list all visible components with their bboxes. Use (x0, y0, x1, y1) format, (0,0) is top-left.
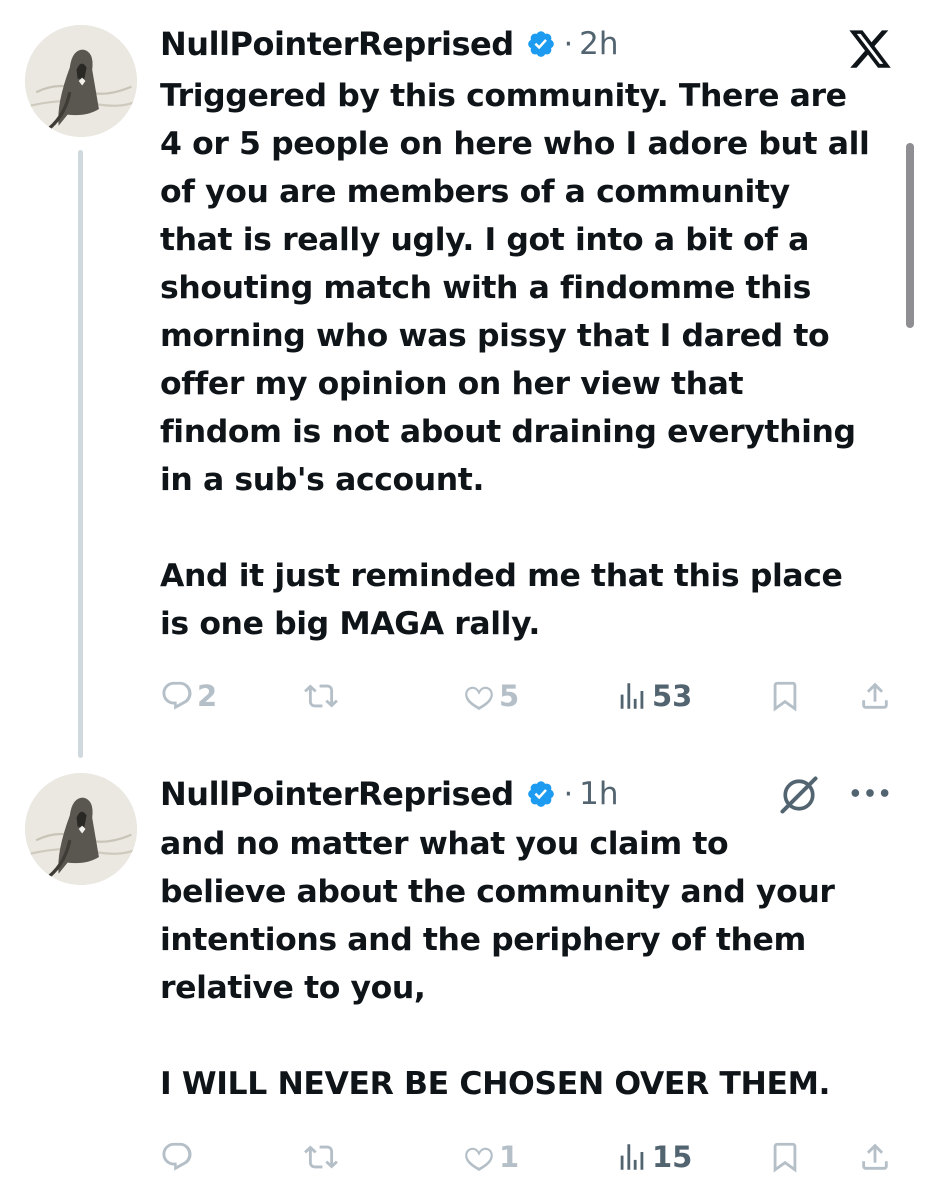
thread-line (78, 150, 83, 758)
views-icon (620, 1144, 644, 1170)
more-icon[interactable] (848, 778, 892, 808)
like-count: 5 (499, 679, 520, 713)
reply-button[interactable]: 2 (160, 676, 217, 716)
views-icon (620, 683, 644, 709)
like-button[interactable]: 1 (462, 1137, 519, 1177)
bookmark-icon (773, 681, 797, 712)
post-header: NullPointerReprised · 1h (160, 766, 619, 822)
like-button[interactable]: 5 (462, 676, 519, 716)
like-count: 1 (499, 1140, 520, 1174)
timestamp[interactable]: 2h (579, 26, 618, 62)
retweet-icon (304, 1145, 338, 1169)
post-actions: 2 5 53 (160, 676, 900, 716)
views-button[interactable]: 15 (615, 1137, 692, 1177)
heart-icon (465, 686, 493, 710)
post-header: NullPointerReprised · 2h (160, 16, 619, 72)
repost-button[interactable] (304, 1137, 341, 1177)
bookmark-button[interactable] (768, 676, 802, 716)
avatar[interactable] (25, 25, 137, 137)
views-count: 53 (652, 679, 693, 713)
grok-icon[interactable] (775, 773, 823, 817)
retweet-icon (304, 684, 338, 708)
author-name[interactable]: NullPointerReprised (160, 775, 514, 813)
avatar[interactable] (25, 773, 137, 885)
reply-count: 2 (197, 679, 218, 713)
share-button[interactable] (858, 676, 892, 716)
post-text: and no matter what you claim to believe … (160, 826, 835, 1102)
reply-button[interactable] (160, 1137, 197, 1177)
share-button[interactable] (858, 1137, 892, 1177)
reply-icon (162, 681, 192, 710)
post-actions: 1 15 (160, 1137, 900, 1177)
verified-badge-icon (526, 779, 556, 809)
heart-icon (465, 1147, 493, 1171)
post-text: Triggered by this community. There are 4… (160, 78, 870, 642)
author-name[interactable]: NullPointerReprised (160, 25, 514, 63)
scrollbar[interactable] (906, 143, 914, 328)
share-icon (862, 682, 888, 709)
views-count: 15 (652, 1140, 693, 1174)
separator: · (563, 26, 574, 62)
x-logo-icon (849, 30, 891, 68)
timestamp[interactable]: 1h (579, 776, 618, 812)
reply-icon (162, 1142, 192, 1171)
views-button[interactable]: 53 (615, 676, 692, 716)
bookmark-button[interactable] (768, 1137, 802, 1177)
repost-button[interactable] (304, 676, 341, 716)
bookmark-icon (773, 1142, 797, 1173)
separator: · (563, 776, 574, 812)
share-icon (862, 1143, 888, 1170)
verified-badge-icon (526, 29, 556, 59)
